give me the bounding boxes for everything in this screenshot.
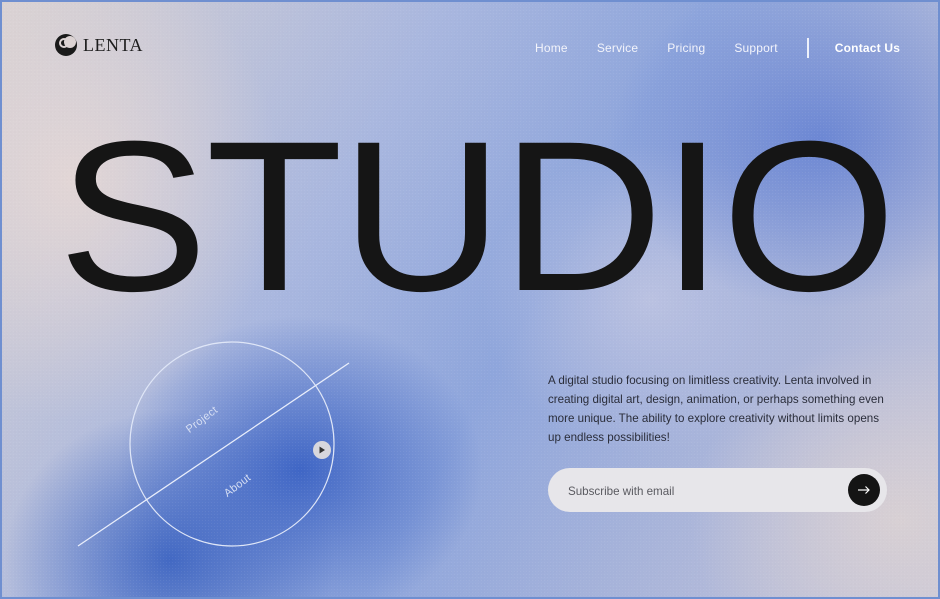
main-nav: Home Service Pricing Support Contact Us [535,38,900,58]
orbit-line [77,362,350,547]
brand-name: LENTA [83,34,144,55]
nav-home[interactable]: Home [535,41,568,55]
subscribe-email-input[interactable] [566,468,840,514]
moon-icon [55,34,77,56]
subscribe-form [548,468,887,514]
arrow-right-icon [858,486,870,494]
nav-support[interactable]: Support [734,41,777,55]
brand-logo[interactable]: LENTA [55,34,143,56]
nav-pricing[interactable]: Pricing [667,41,705,55]
play-icon [319,446,325,454]
subscribe-submit-button[interactable] [848,474,880,506]
hero-title: STUDIO [58,97,896,336]
orbit-circle [129,341,335,547]
nav-service[interactable]: Service [597,41,638,55]
play-button[interactable] [313,441,331,459]
nav-divider [806,38,809,58]
contact-us-link[interactable]: Contact Us [835,41,900,55]
studio-description: A digital studio focusing on limitless c… [548,374,884,444]
